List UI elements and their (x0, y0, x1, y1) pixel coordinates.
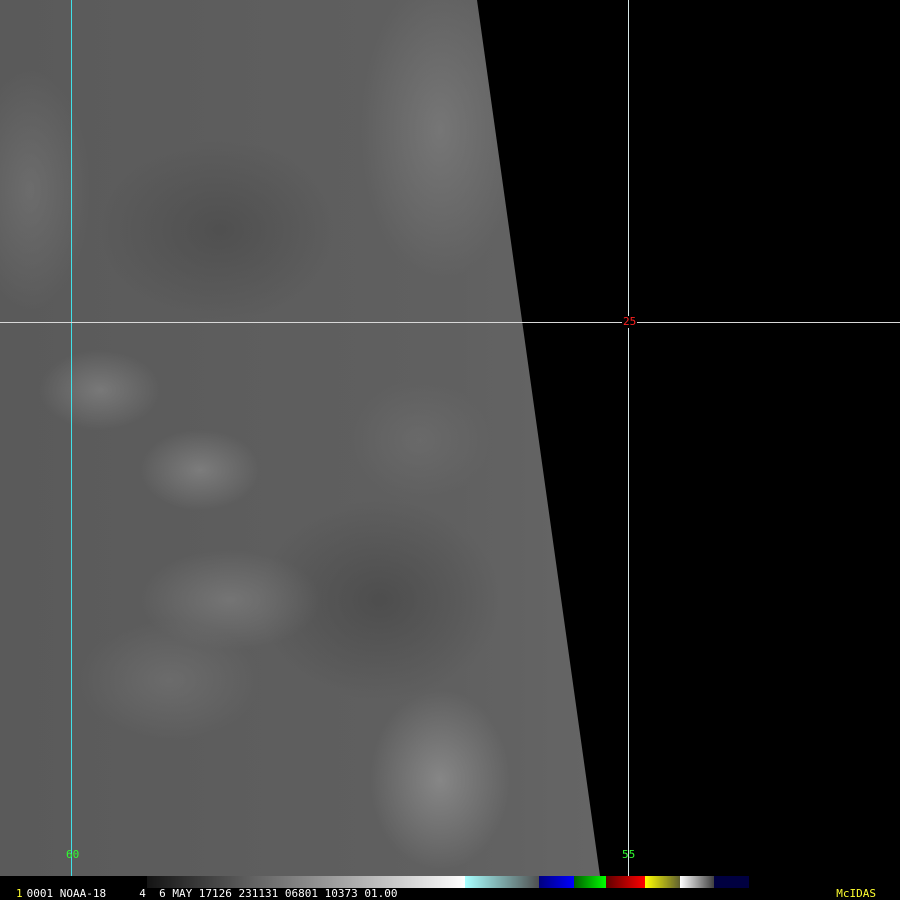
longitude-label-55: 55 (622, 848, 636, 861)
latitude-line-25 (0, 322, 900, 323)
latitude-label: 25 (622, 315, 638, 328)
color-bar-segment (606, 876, 645, 888)
frame-number: 1 (16, 887, 23, 900)
color-bar-segment (465, 876, 539, 888)
status-bar: 1 0001 NOAA-18 4 6 MAY 17126 231131 0680… (0, 888, 900, 900)
longitude-line-55 (628, 0, 629, 876)
color-bar-segment (539, 876, 574, 888)
mcidas-brand: McIDAS (836, 887, 876, 900)
color-bar-segment (645, 876, 680, 888)
satellite-image-viewer: 25 60 55 1 0001 NOAA-18 4 6 MAY 17126 23… (0, 0, 900, 900)
color-bar-segment (574, 876, 606, 888)
satellite-swath-image (0, 0, 600, 876)
longitude-line-60 (71, 0, 72, 876)
image-area: 25 60 55 (0, 0, 900, 876)
color-bar-segment (680, 876, 714, 888)
color-bar-segment (447, 876, 465, 888)
color-bar-segment (714, 876, 749, 888)
image-info-text: 0001 NOAA-18 4 6 MAY 17126 231131 06801 … (26, 887, 398, 900)
longitude-label-60: 60 (66, 848, 80, 861)
